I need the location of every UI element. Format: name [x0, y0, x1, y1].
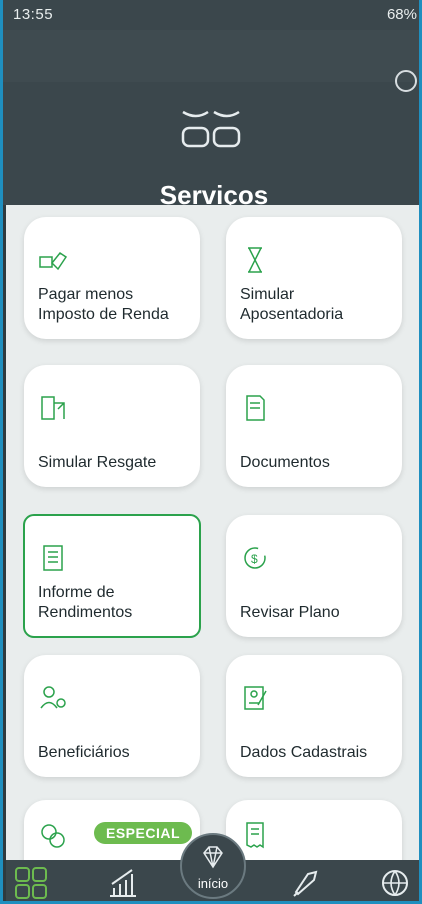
hourglass-icon [248, 247, 262, 273]
card-documentos[interactable]: Documentos [226, 365, 402, 487]
status-bar: 13:55 68% [3, 0, 419, 30]
card-label: Documentos [240, 454, 330, 471]
card-label: Simular Aposentadoria [240, 286, 344, 323]
home-label: início [197, 876, 229, 891]
coins-icon [41, 824, 65, 848]
status-battery: 68% [386, 6, 417, 23]
card-simular-resgate[interactable]: Simular Resgate [24, 365, 200, 487]
beneficiaries-icon [40, 686, 66, 709]
header-band [3, 30, 419, 82]
receipt-icon [246, 822, 264, 849]
card-label: Simular Resgate [38, 454, 157, 471]
services-grid: Pagar menos Imposto de Renda Simular Apo… [6, 205, 419, 901]
home-button[interactable]: início [180, 833, 246, 899]
services-header: Serviços [3, 30, 419, 210]
status-time: 13:55 [13, 6, 54, 23]
nav-rocket-icon[interactable] [288, 866, 322, 900]
money-hand-icon [39, 251, 68, 271]
card-pagar-menos-imposto[interactable]: Pagar menos Imposto de Renda [24, 217, 200, 339]
card-label: Dados Cadastrais [240, 744, 368, 761]
special-badge: ESPECIAL [94, 822, 193, 844]
app-frame: 13:55 68% Serviços Pagar menos Imposto d… [0, 0, 422, 904]
chat-bubble-icon[interactable] [395, 70, 417, 92]
card-label: Revisar Plano [240, 604, 340, 621]
profile-data-icon [244, 686, 267, 710]
card-label: Beneficiários [38, 744, 130, 761]
card-label: Pagar menos Imposto de Renda [38, 286, 169, 323]
nav-services-grid-icon[interactable] [14, 866, 48, 900]
card-dados-cadastrais[interactable]: Dados Cadastrais [226, 655, 402, 777]
grid-apps-icon [181, 110, 241, 148]
card-beneficiarios[interactable]: Beneficiários [24, 655, 200, 777]
svg-text:$: $ [251, 552, 258, 566]
diamond-icon [203, 846, 223, 869]
card-simular-aposentadoria[interactable]: Simular Aposentadoria [226, 217, 402, 339]
document-icon [246, 395, 265, 421]
review-cycle-icon: $ [244, 547, 266, 569]
income-report-icon [43, 545, 63, 571]
withdraw-icon [41, 396, 65, 420]
card-revisar-plano[interactable]: $ Revisar Plano [226, 515, 402, 637]
nav-chart-growth-icon[interactable] [106, 866, 140, 900]
nav-globe-icon[interactable] [378, 866, 412, 900]
card-label: Informe de Rendimentos [38, 584, 133, 621]
card-informe-rendimentos[interactable]: Informe de Rendimentos [23, 514, 201, 638]
